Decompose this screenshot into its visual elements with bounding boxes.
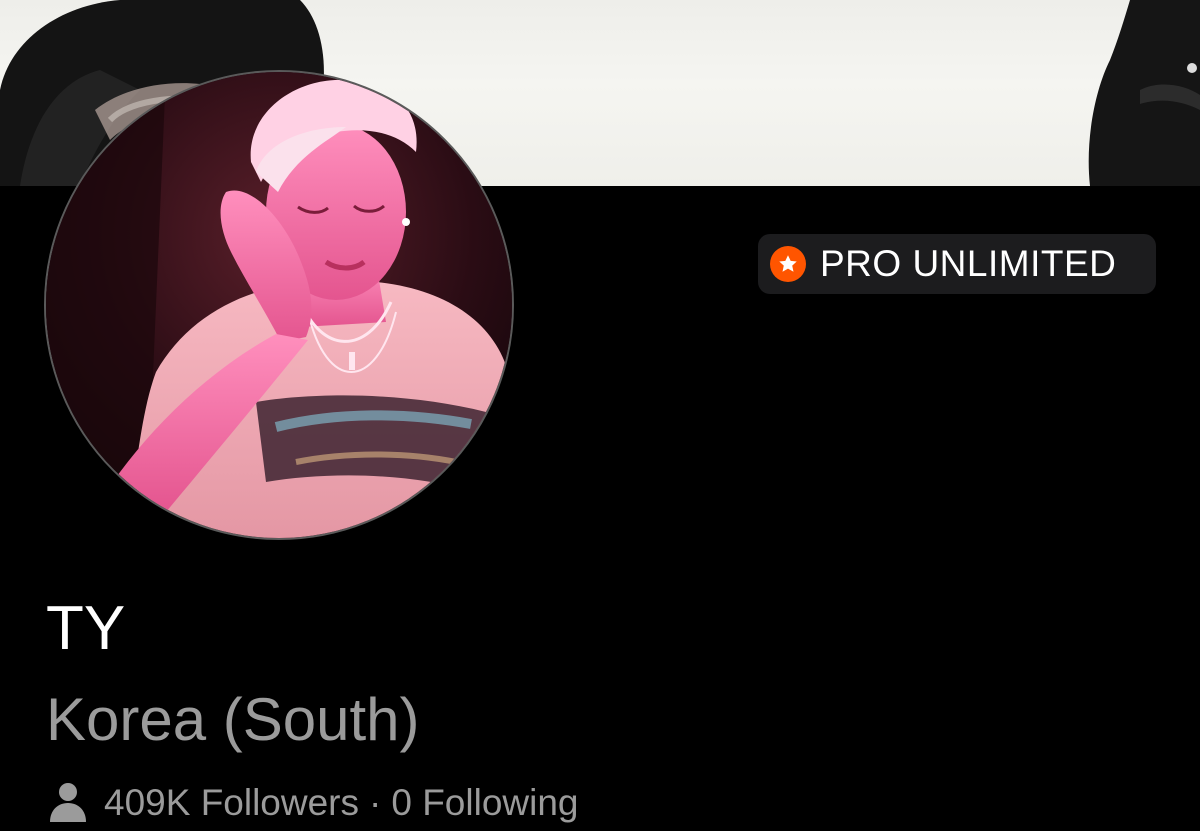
profile-username: TY [46, 594, 126, 663]
person-icon [50, 782, 86, 822]
follow-stats: 409K Followers · 0 Following [50, 782, 579, 822]
followers-link[interactable]: 409K Followers [104, 784, 359, 821]
badge-label: PRO UNLIMITED [820, 243, 1117, 284]
profile-location: Korea (South) [46, 686, 420, 753]
profile-avatar[interactable] [44, 70, 514, 540]
pro-unlimited-badge: PRO UNLIMITED [758, 234, 1156, 294]
following-link[interactable]: 0 Following [391, 784, 578, 821]
star-icon [770, 246, 806, 282]
stats-separator: · [369, 781, 382, 823]
